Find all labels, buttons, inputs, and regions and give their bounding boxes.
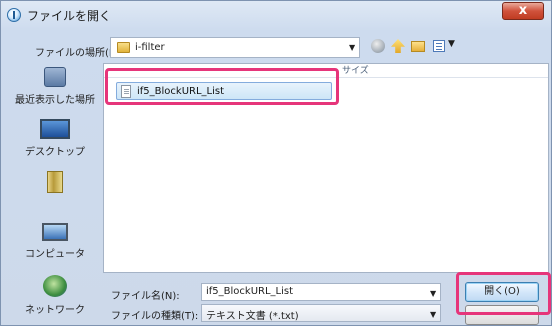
up-folder-icon[interactable]	[391, 39, 405, 53]
open-button[interactable]: 開く(O)	[465, 282, 539, 302]
place-label: 最近表示した場所	[15, 95, 95, 106]
info-icon	[7, 8, 21, 22]
documents-folder-icon	[47, 171, 63, 193]
chevron-down-icon: ▼	[430, 310, 437, 319]
file-list[interactable]: サイズ if5_BlockURL_List	[103, 63, 549, 273]
column-headers: サイズ	[104, 64, 548, 78]
place-label: コンピュータ	[25, 249, 85, 260]
back-icon[interactable]	[371, 39, 385, 53]
look-in-label: ファイルの場所(I):	[35, 48, 120, 59]
dialog-title: ファイルを開く	[27, 9, 112, 23]
open-file-dialog: ファイルを開く x ファイルの場所(I): i-filter ▼ ▼ 最近表示し…	[0, 0, 552, 326]
look-in-value: i-filter	[135, 42, 165, 53]
place-documents[interactable]	[9, 171, 101, 197]
desktop-icon	[40, 119, 70, 139]
place-network[interactable]: ネットワーク	[9, 275, 101, 316]
text-file-icon	[121, 85, 131, 98]
folder-icon	[117, 42, 130, 53]
place-desktop[interactable]: デスクトップ	[9, 119, 101, 158]
network-icon	[43, 275, 67, 297]
file-row[interactable]: if5_BlockURL_List	[116, 82, 332, 100]
chevron-down-icon[interactable]: ▼	[430, 289, 436, 298]
place-label: ネットワーク	[25, 305, 85, 316]
look-in-combo[interactable]: i-filter ▼	[110, 37, 360, 58]
file-name: if5_BlockURL_List	[137, 86, 225, 97]
filename-label: ファイル名(N):	[111, 291, 180, 302]
title-bar: ファイルを開く x	[1, 1, 551, 29]
places-bar: 最近表示した場所 デスクトップ コンピュータ ネットワーク	[9, 63, 101, 325]
view-dropdown-icon[interactable]: ▼	[448, 39, 455, 49]
filetype-label: ファイルの種類(T):	[111, 311, 199, 322]
computer-icon	[42, 223, 68, 241]
view-menu-icon[interactable]	[433, 40, 445, 52]
place-label: デスクトップ	[25, 147, 85, 158]
column-header-size[interactable]: サイズ	[342, 64, 369, 78]
place-recent[interactable]: 最近表示した場所	[9, 67, 101, 106]
filetype-value: テキスト文書 (*.txt)	[206, 311, 299, 322]
filename-input[interactable]: if5_BlockURL_List ▼	[201, 283, 441, 301]
chevron-down-icon: ▼	[349, 43, 356, 52]
filename-value: if5_BlockURL_List	[206, 286, 294, 297]
close-button[interactable]: x	[502, 2, 544, 20]
place-computer[interactable]: コンピュータ	[9, 223, 101, 260]
new-folder-icon[interactable]	[411, 41, 425, 52]
recent-places-icon	[44, 67, 66, 87]
cancel-button[interactable]	[465, 305, 539, 325]
filetype-select[interactable]: テキスト文書 (*.txt) ▼	[201, 304, 441, 322]
